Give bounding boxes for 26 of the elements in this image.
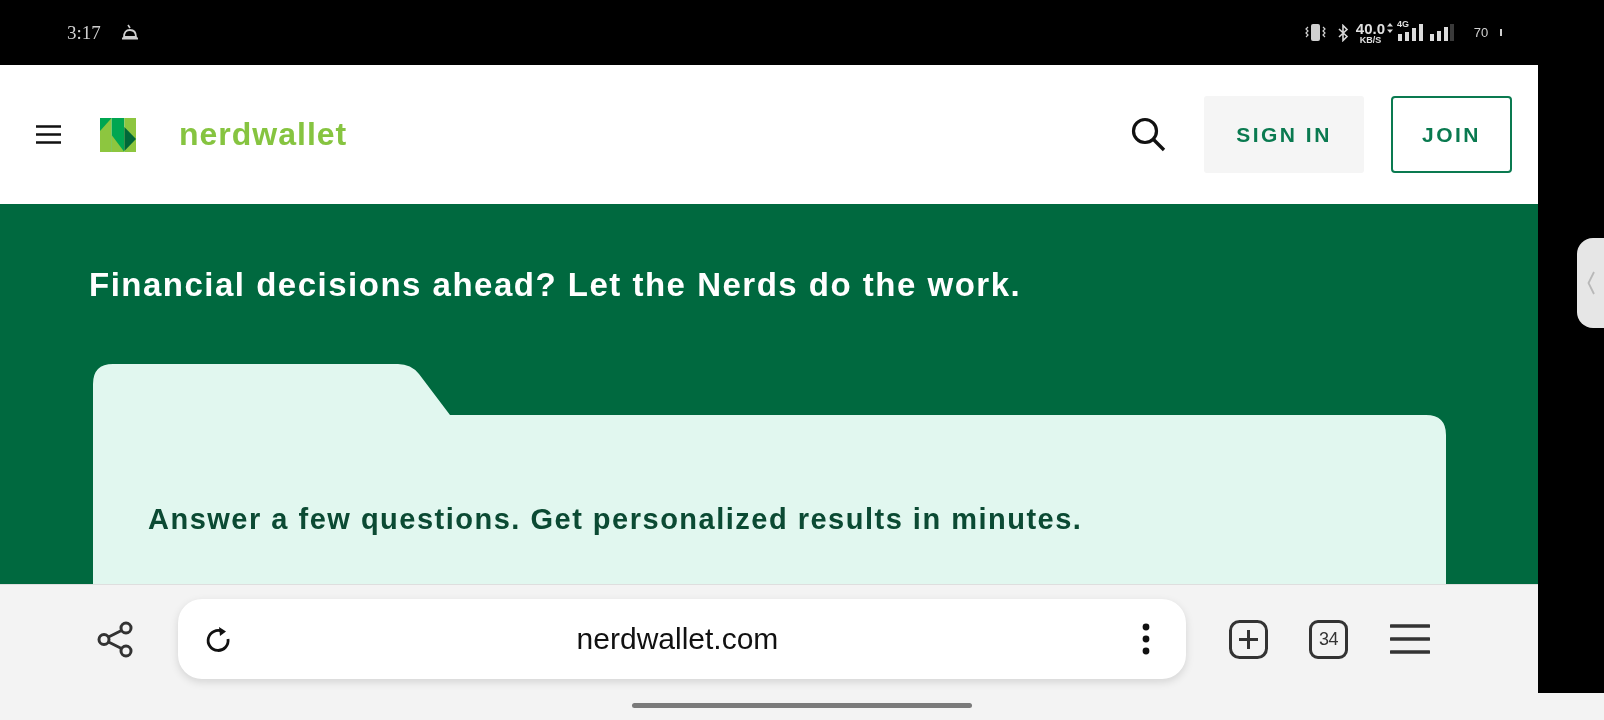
hero-headline: Financial decisions ahead? Let the Nerds do the work. (89, 266, 1022, 303)
menu-icon[interactable] (36, 125, 61, 144)
data-transfer-icon (1387, 22, 1393, 33)
vibrate-icon (1304, 24, 1326, 41)
network-speed: 40.0 (1355, 20, 1385, 36)
share-icon[interactable] (97, 620, 134, 658)
signal-bars-icon (1430, 24, 1454, 41)
logo-icon[interactable] (100, 117, 136, 152)
bluetooth-icon (1337, 23, 1349, 42)
network-type: 4G (1397, 20, 1409, 29)
menu-icon[interactable] (1390, 624, 1430, 654)
bell-icon (120, 24, 139, 41)
sign-in-button[interactable]: SIGN IN (1204, 96, 1364, 173)
network-speed-unit: KB/S (1359, 35, 1382, 45)
card-heading: Answer a few questions. Get personalized results in minutes. (148, 502, 1083, 536)
join-button[interactable]: JOIN (1391, 96, 1512, 173)
chevron-left-icon (1586, 271, 1595, 295)
clock-time: 3:17 (67, 21, 101, 44)
search-icon[interactable] (1131, 117, 1166, 152)
reload-icon[interactable] (205, 625, 231, 653)
edge-panel-handle[interactable] (1577, 238, 1604, 328)
address-bar[interactable]: nerdwallet.com (178, 599, 1186, 679)
new-tab-icon[interactable] (1229, 619, 1268, 659)
tab-count-button[interactable]: 34 (1309, 619, 1348, 659)
more-options-icon[interactable] (1142, 623, 1150, 655)
address-text: nerdwallet.com (576, 622, 779, 656)
